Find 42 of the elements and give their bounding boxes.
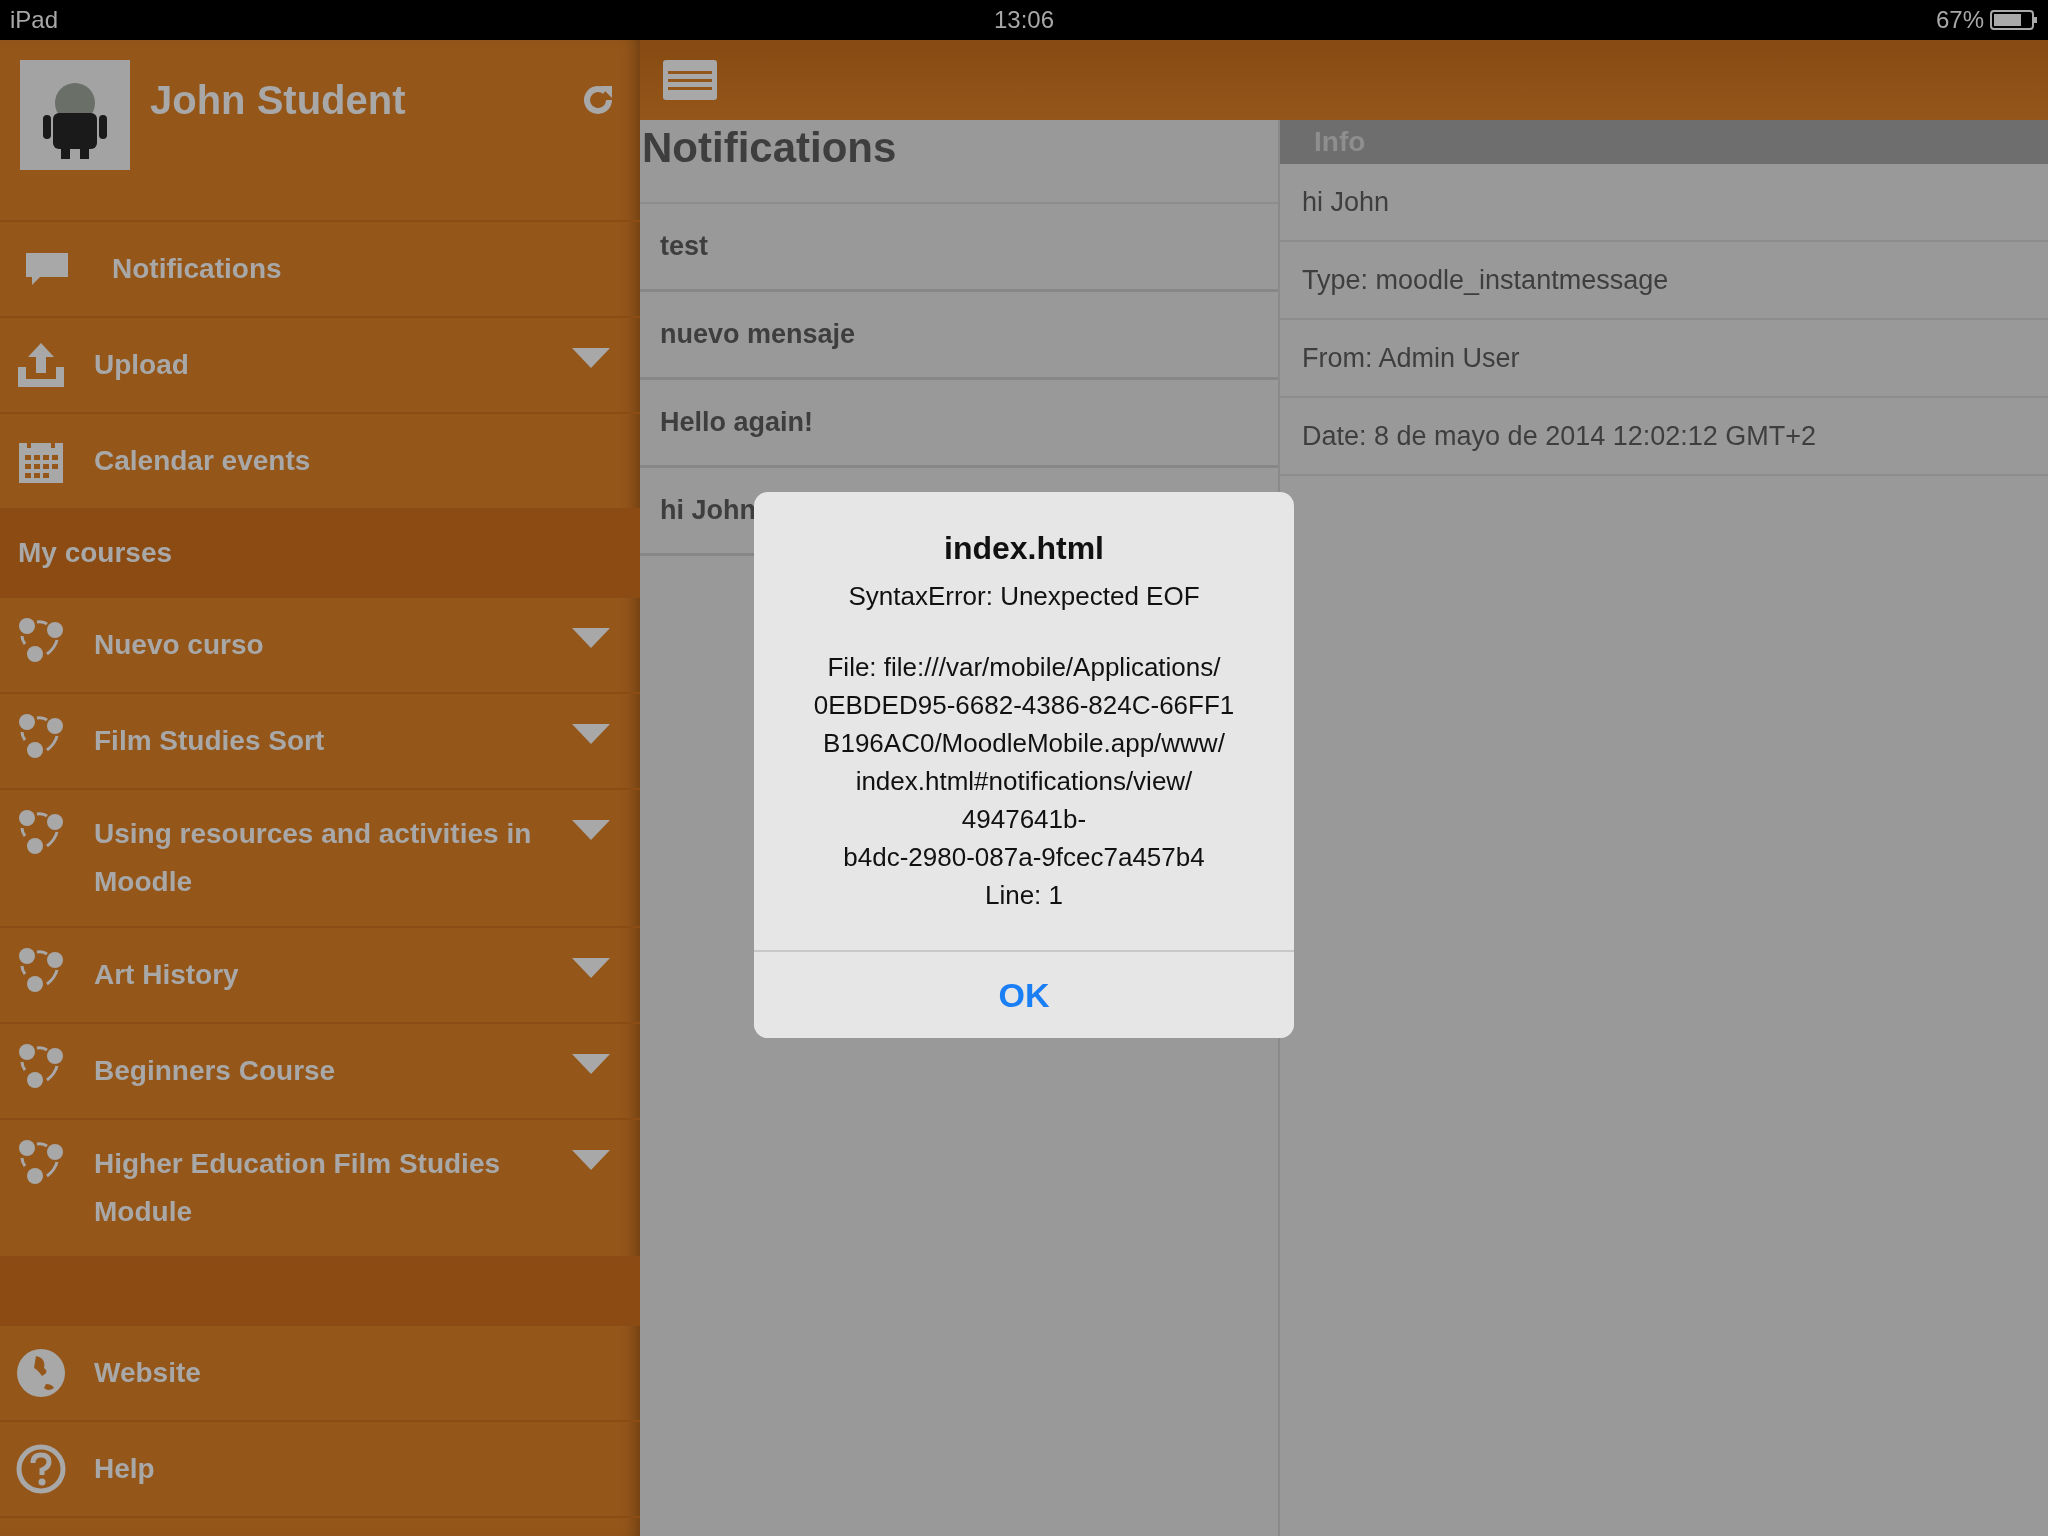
menu-item[interactable]: Nuevo curso bbox=[0, 598, 640, 694]
menu-item[interactable]: Upload bbox=[0, 318, 640, 414]
alert-detail-line: index.html#notifications/view/ bbox=[855, 765, 1193, 798]
alert-title: index.html bbox=[944, 530, 1104, 567]
alert-message: SyntaxError: Unexpected EOF bbox=[848, 581, 1200, 612]
battery-percent: 67% bbox=[1935, 6, 1984, 34]
menu-item[interactable]: Website bbox=[0, 1326, 640, 1422]
device-name: iPad bbox=[10, 6, 59, 34]
info-row: From: Admin User bbox=[1280, 320, 2048, 398]
panel-title: Notifications bbox=[641, 123, 898, 173]
info-row: hi John bbox=[1280, 164, 2048, 242]
menu-item[interactable]: Art History bbox=[0, 928, 640, 1024]
notification-item[interactable]: nuevo mensaje bbox=[640, 292, 1278, 380]
alert-detail-line: 4947641b- bbox=[961, 803, 1087, 836]
help-icon bbox=[16, 1444, 66, 1494]
alert-detail-line: File: file:///var/mobile/Applications/ bbox=[827, 651, 1221, 684]
course-icon bbox=[16, 616, 66, 664]
menu-item[interactable]: Help bbox=[0, 1422, 640, 1518]
notification-item[interactable]: test bbox=[640, 204, 1278, 292]
alert-detail-line: Line: 1 bbox=[984, 879, 1064, 912]
notification-item[interactable]: Hello again! bbox=[640, 380, 1278, 468]
info-row: Date: 8 de mayo de 2014 12:02:12 GMT+2 bbox=[1280, 398, 2048, 476]
course-icon bbox=[16, 712, 66, 760]
alert-detail-line: 0EBDED95-6682-4386-824C-66FF1 bbox=[813, 689, 1235, 722]
battery-icon bbox=[1990, 9, 2038, 31]
menu-item[interactable]: Beginners Course bbox=[0, 1024, 640, 1120]
course-icon bbox=[16, 1042, 66, 1090]
menu-icon[interactable] bbox=[662, 59, 718, 101]
course-icon bbox=[16, 946, 66, 994]
globe-icon bbox=[16, 1348, 66, 1398]
ok-button[interactable]: OK bbox=[754, 950, 1294, 1038]
alert-detail-line: B196AC0/MoodleMobile.app/www/ bbox=[823, 727, 1225, 760]
upload-icon bbox=[16, 341, 66, 389]
alert-detail-line: b4dc-2980-087a-9fcec7a457b4 bbox=[843, 841, 1205, 874]
menu-item[interactable]: Notifications bbox=[0, 222, 640, 318]
section-header: My courses bbox=[0, 510, 640, 598]
course-icon bbox=[16, 808, 66, 856]
info-row: Type: moodle_instantmessage bbox=[1280, 242, 2048, 320]
user-name: John Student bbox=[150, 78, 407, 123]
course-icon bbox=[16, 1138, 66, 1186]
clock-time: 13:06 bbox=[993, 6, 1055, 34]
menu-item[interactable]: Film Studies Sort bbox=[0, 694, 640, 790]
